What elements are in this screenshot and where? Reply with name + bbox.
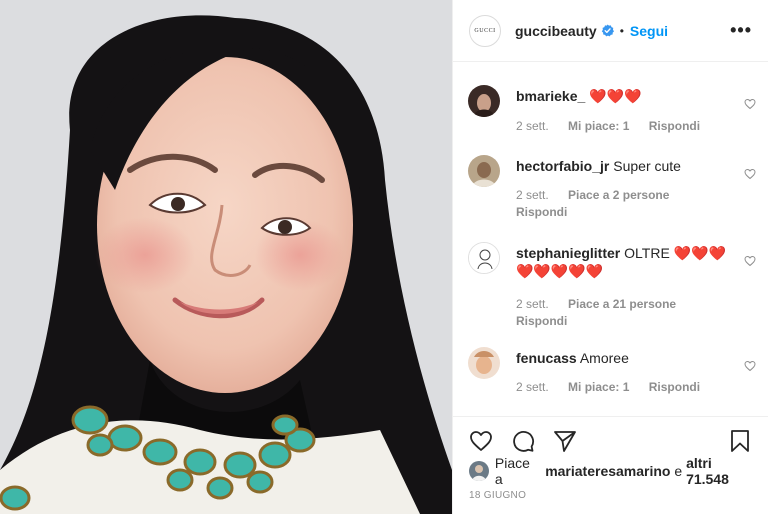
comment-meta: 2 sett. Mi piace: 1 Rispondi [516, 379, 728, 396]
brand-logo-text: GUCCI [474, 27, 496, 34]
likes-conj: e [674, 463, 683, 479]
account-avatar[interactable]: GUCCI [469, 14, 501, 47]
comment-username[interactable]: hectorfabio_jr [516, 158, 609, 174]
post-sidebar: GUCCI guccibeauty • Segui ••• bmarieke_ … [452, 0, 768, 514]
separator-dot: • [619, 23, 624, 38]
account-name[interactable]: guccibeauty [515, 23, 597, 39]
post-date[interactable]: 18 GIUGNO [469, 490, 526, 501]
likes-prefix: Piace a [494, 455, 530, 487]
comment-avatar[interactable] [468, 85, 500, 117]
comment-username[interactable]: bmarieke_ [516, 88, 585, 104]
comments-list: bmarieke_ ❤️❤️❤️ 2 sett. Mi piace: 1 Ris… [453, 63, 768, 416]
portrait-photo [0, 0, 452, 514]
more-icon[interactable]: ••• [730, 20, 752, 41]
likes-summary: Piace a mariateresamarino e altri 71.548 [469, 455, 758, 487]
comment-body: Super cute [613, 158, 681, 174]
comment-meta: 2 sett. Mi piace: 1 Rispondi [516, 118, 728, 135]
comment-like-heart-icon[interactable] [744, 168, 756, 180]
comment-time[interactable]: 2 sett. [516, 380, 549, 394]
comment-text: fenucass Amoree [516, 349, 728, 367]
reply-button[interactable]: Rispondi [516, 314, 567, 328]
comment-username[interactable]: stephanieglitter [516, 245, 620, 261]
bookmark-icon[interactable] [728, 429, 752, 453]
heart-icon[interactable] [469, 429, 493, 453]
likes-others-count[interactable]: altri 71.548 [686, 455, 758, 487]
comment-like-heart-icon[interactable] [744, 98, 756, 110]
comment-username[interactable]: fenucass [516, 350, 577, 366]
comment-avatar[interactable] [468, 155, 500, 187]
comment-text: bmarieke_ ❤️❤️❤️ [516, 87, 728, 105]
reply-button[interactable]: Rispondi [516, 205, 567, 219]
comment-icon[interactable] [511, 429, 535, 453]
comment-text: hectorfabio_jr Super cute [516, 157, 728, 175]
post-header: GUCCI guccibeauty • Segui ••• [453, 0, 768, 62]
comment-likes[interactable]: Mi piace: 1 [568, 119, 629, 133]
comment-like-heart-icon[interactable] [744, 360, 756, 372]
comment-like-heart-icon[interactable] [744, 255, 756, 267]
reply-button[interactable]: Rispondi [649, 380, 700, 394]
comment-body: ❤️❤️❤️ [589, 88, 642, 104]
comment-avatar[interactable] [468, 242, 500, 274]
comment-meta: 2 sett. Piace a 2 persone [516, 187, 728, 204]
verified-badge-icon [601, 24, 614, 37]
comment-likes[interactable]: Mi piace: 1 [568, 380, 629, 394]
comment-text: stephanieglitter OLTRE ❤️❤️❤️❤️❤️❤️❤️❤️ [516, 244, 728, 280]
share-icon[interactable] [553, 429, 577, 453]
post-image[interactable] [0, 0, 452, 514]
comment-meta-reply: Rispondi [516, 204, 728, 221]
reply-button[interactable]: Rispondi [649, 119, 700, 133]
comment-body: Amoree [579, 350, 629, 366]
liker-username[interactable]: mariateresamarino [545, 463, 670, 479]
comment-likes[interactable]: Piace a 21 persone [568, 297, 676, 311]
comment-meta-reply: Rispondi [516, 313, 728, 330]
comment-time[interactable]: 2 sett. [516, 119, 549, 133]
liker-avatar[interactable] [469, 461, 489, 481]
follow-button[interactable]: Segui [630, 23, 668, 39]
comment-time[interactable]: 2 sett. [516, 188, 549, 202]
comment-meta: 2 sett. Piace a 21 persone [516, 296, 728, 313]
comment-time[interactable]: 2 sett. [516, 297, 549, 311]
comment-avatar[interactable] [468, 347, 500, 379]
comment-likes[interactable]: Piace a 2 persone [568, 188, 669, 202]
